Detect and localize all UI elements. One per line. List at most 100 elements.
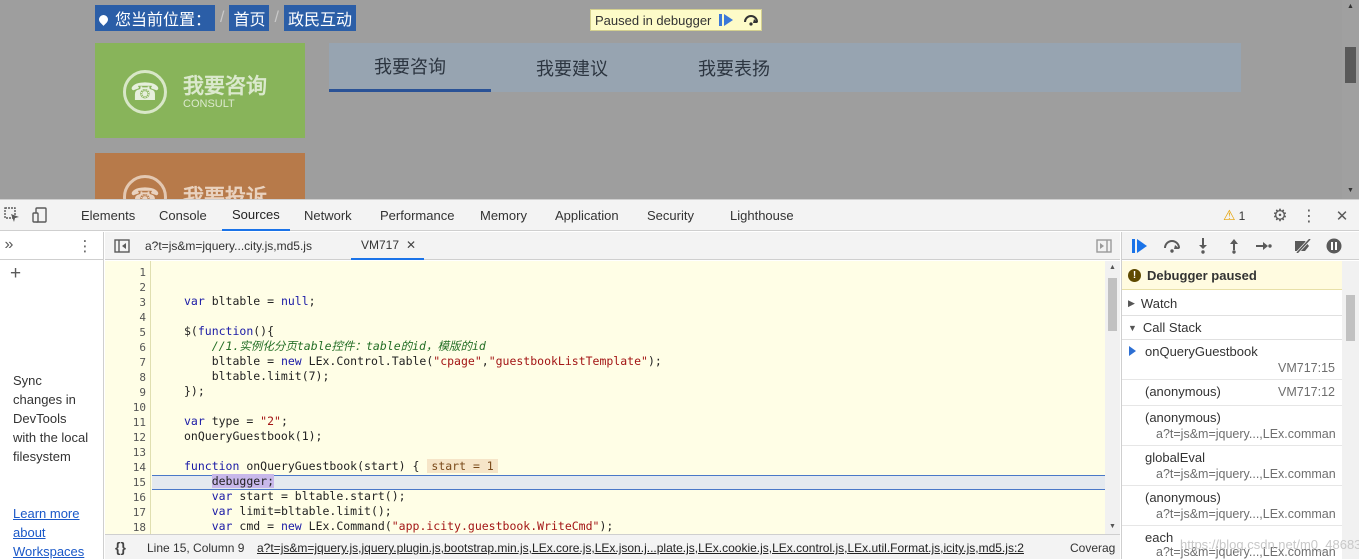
tab-memory[interactable]: Memory	[480, 200, 527, 231]
learn-more-workspaces-link[interactable]: Learn more about Workspaces	[13, 504, 93, 559]
line-number[interactable]: 3	[105, 296, 146, 309]
line-number[interactable]: 2	[105, 281, 146, 294]
scroll-down-icon[interactable]: ▼	[1347, 187, 1354, 194]
chevron-down-icon: ▼	[1128, 322, 1137, 333]
pretty-print-button[interactable]: {}	[115, 539, 126, 555]
step-over-button[interactable]	[1162, 236, 1182, 256]
resume-button[interactable]	[1130, 236, 1150, 256]
code-line: var start = bltable.start();	[211, 489, 406, 503]
add-folder-button[interactable]: +	[10, 263, 21, 285]
breadcrumb-home-link[interactable]: 首页	[229, 4, 270, 31]
scrollbar-thumb[interactable]	[1108, 278, 1117, 331]
code-area[interactable]: 1 2 3 4 5 6 7 8 9 10 11 12 13 14 15 16 1…	[105, 261, 1120, 534]
breadcrumb-current[interactable]: 政民互动	[283, 4, 356, 31]
tab-console[interactable]: Console	[159, 200, 207, 231]
toggle-navigator-button[interactable]	[113, 237, 131, 255]
scrollbar-thumb[interactable]	[1345, 47, 1356, 83]
line-number[interactable]: 18	[105, 521, 146, 534]
file-tab-vm717[interactable]: VM717 ✕	[351, 232, 425, 260]
call-stack-frame[interactable]: onQueryGuestbook VM717:15	[1122, 340, 1343, 380]
frame-location[interactable]: VM717:15	[1278, 361, 1335, 375]
tab-lighthouse[interactable]: Lighthouse	[730, 200, 794, 231]
line-number[interactable]: 13	[105, 446, 146, 459]
tab-security[interactable]: Security	[647, 200, 694, 231]
line-number[interactable]: 11	[105, 416, 146, 429]
call-stack-frame[interactable]: (anonymous) VM717:12	[1122, 380, 1343, 406]
debugger-scrollbar[interactable]	[1342, 261, 1359, 559]
step-into-icon	[1199, 238, 1207, 254]
frame-location[interactable]: a?t=js&m=jquery...,LEx.comman	[1156, 427, 1336, 441]
navigator-menu-button[interactable]: ⋮	[78, 236, 93, 256]
settings-button[interactable]: ⚙	[1270, 206, 1290, 226]
watch-section-header[interactable]: ▶ Watch	[1122, 292, 1343, 316]
editor-status-bar: {} Line 15, Column 9 a?t=js&m=jquery.js,…	[105, 534, 1120, 559]
frame-location[interactable]: a?t=js&m=jquery...,LEx.comman	[1156, 467, 1336, 481]
close-tab-icon[interactable]: ✕	[406, 238, 416, 252]
close-devtools-button[interactable]: ✕	[1333, 206, 1351, 226]
inline-variable-value: start = 1	[427, 459, 498, 473]
step-over-icon	[744, 15, 759, 26]
tab-consult[interactable]: 我要咨询	[329, 43, 491, 92]
line-number[interactable]: 5	[105, 326, 146, 339]
file-tab-bundle[interactable]: a?t=js&m=jquery...city.js,md5.js	[145, 232, 312, 260]
call-stack-frame[interactable]: (anonymous) a?t=js&m=jquery...,LEx.comma…	[1122, 406, 1343, 446]
step-out-button[interactable]	[1224, 236, 1244, 256]
step-over-button[interactable]	[741, 10, 761, 30]
scroll-up-icon[interactable]: ▲	[1109, 264, 1116, 271]
line-number[interactable]: 12	[105, 431, 146, 444]
pause-on-exceptions-button[interactable]	[1324, 236, 1344, 256]
breadcrumb-label: 您当前位置：	[95, 4, 216, 31]
line-number[interactable]: 14	[105, 461, 146, 474]
watermark-text: https://blog.csdn.net/m0_48683048	[1180, 537, 1359, 552]
tab-network[interactable]: Network	[304, 200, 352, 231]
line-number[interactable]: 10	[105, 401, 146, 414]
sidebar-toggle-icon	[1096, 239, 1112, 253]
line-number[interactable]: 6	[105, 341, 146, 354]
breadcrumb-separator: /	[274, 8, 279, 26]
step-button[interactable]	[1254, 236, 1274, 256]
more-tabs-button[interactable]: »	[2, 235, 16, 255]
frame-location[interactable]: VM717:12	[1278, 385, 1335, 399]
inspect-element-button[interactable]	[3, 206, 21, 224]
line-number[interactable]: 15	[105, 476, 146, 489]
warnings-counter[interactable]: ⚠ 1	[1223, 207, 1245, 224]
line-number[interactable]: 1	[105, 266, 146, 279]
resume-button[interactable]	[716, 10, 736, 30]
line-number-gutter[interactable]: 1 2 3 4 5 6 7 8 9 10 11 12 13 14 15 16 1…	[105, 261, 151, 534]
page-scrollbar[interactable]: ▲ ▼	[1342, 0, 1359, 199]
navigator-header: » ⋮	[0, 232, 103, 260]
tab-suggest[interactable]: 我要建议	[491, 43, 653, 92]
device-toolbar-button[interactable]	[31, 206, 49, 224]
tab-sources[interactable]: Sources	[222, 200, 290, 231]
consult-card[interactable]: ☎ 我要咨询 CONSULT	[95, 43, 305, 138]
inspect-icon	[4, 207, 19, 222]
line-number[interactable]: 8	[105, 371, 146, 384]
code-line: bltable = new LEx.Control.Table("cpage",…	[184, 354, 662, 368]
line-number[interactable]: 16	[105, 491, 146, 504]
call-stack-section-header[interactable]: ▼ Call Stack	[1122, 316, 1343, 340]
line-number[interactable]: 17	[105, 506, 146, 519]
coverage-label[interactable]: Coverag	[1070, 541, 1115, 555]
line-number[interactable]: 9	[105, 386, 146, 399]
toggle-debugger-button[interactable]	[1095, 237, 1113, 255]
call-stack-frame[interactable]: (anonymous) a?t=js&m=jquery...,LEx.comma…	[1122, 486, 1343, 526]
more-options-button[interactable]: ⋮	[1301, 206, 1317, 226]
code-editor: a?t=js&m=jquery...city.js,md5.js VM717 ✕ …	[105, 232, 1120, 559]
line-number[interactable]: 4	[105, 311, 146, 324]
step-into-button[interactable]	[1193, 236, 1213, 256]
source-map-link[interactable]: a?t=js&m=jquery.js,jquery.plugin.js,boot…	[257, 541, 1024, 555]
scroll-up-icon[interactable]: ▲	[1347, 3, 1354, 10]
editor-scrollbar[interactable]: ▲ ▼	[1105, 261, 1120, 534]
code-line: var limit=bltable.limit();	[211, 504, 392, 518]
line-number[interactable]: 7	[105, 356, 146, 369]
tab-application[interactable]: Application	[555, 200, 619, 231]
complaint-card[interactable]: ☎ 我要投诉	[95, 153, 305, 199]
tab-elements[interactable]: Elements	[81, 200, 135, 231]
tab-praise[interactable]: 我要表扬	[653, 43, 815, 92]
deactivate-breakpoints-button[interactable]	[1293, 236, 1313, 256]
tab-performance[interactable]: Performance	[380, 200, 454, 231]
call-stack-frame[interactable]: globalEval a?t=js&m=jquery...,LEx.comman	[1122, 446, 1343, 486]
scrollbar-thumb[interactable]	[1346, 295, 1355, 341]
frame-location[interactable]: a?t=js&m=jquery...,LEx.comman	[1156, 507, 1336, 521]
scroll-down-icon[interactable]: ▼	[1109, 523, 1116, 530]
